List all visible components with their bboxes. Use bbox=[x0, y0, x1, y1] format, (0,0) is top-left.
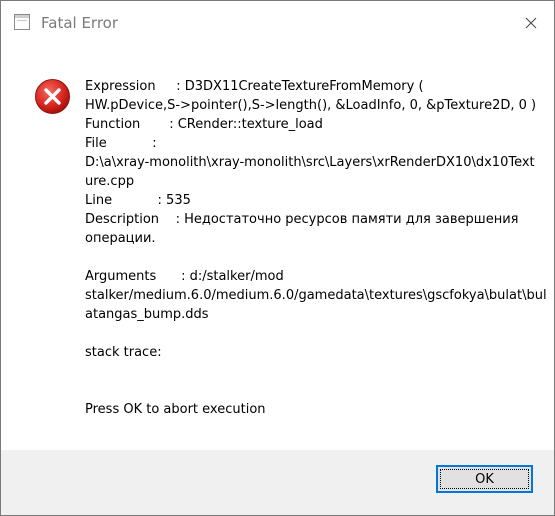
title-bar[interactable]: Fatal Error bbox=[1, 1, 554, 45]
close-button[interactable] bbox=[508, 1, 554, 45]
fatal-error-dialog: Fatal Error Expression : D3DX11CreateTex… bbox=[0, 0, 555, 516]
message-line bbox=[85, 362, 525, 381]
close-icon bbox=[525, 17, 537, 29]
ok-button[interactable]: OK bbox=[436, 465, 533, 493]
message-line: Line : 535 bbox=[85, 193, 191, 208]
message-line: D:\a\xray-monolith\xray-monolith\src\Lay… bbox=[85, 155, 535, 170]
message-line bbox=[85, 324, 525, 343]
message-line bbox=[85, 248, 525, 267]
message-line: File : bbox=[85, 136, 157, 151]
message-line: Expression : D3DX11CreateTextureFromMemo… bbox=[85, 79, 424, 94]
message-line bbox=[85, 381, 525, 400]
message-area: Expression : D3DX11CreateTextureFromMemo… bbox=[1, 45, 554, 450]
message-line: atangas_bump.dds bbox=[85, 307, 209, 322]
message-line: HW.pDevice,S->pointer(),S->length(), &Lo… bbox=[85, 98, 537, 113]
message-line: Description : Недостаточно ресурсов памя… bbox=[85, 212, 519, 227]
message-line: Arguments : d:/stalker/mod bbox=[85, 269, 284, 284]
message-line: stalker/medium.6.0/medium.6.0/gamedata\t… bbox=[85, 288, 547, 303]
message-line: операции. bbox=[85, 231, 156, 246]
message-line: ure.cpp bbox=[85, 174, 135, 189]
error-message: Expression : D3DX11CreateTextureFromMemo… bbox=[85, 77, 547, 419]
button-bar: OK bbox=[1, 450, 554, 515]
message-line: stack trace: bbox=[85, 345, 162, 360]
error-icon bbox=[35, 79, 70, 114]
message-line: Press OK to abort execution bbox=[85, 402, 266, 417]
dialog-title: Fatal Error bbox=[41, 14, 119, 32]
focus-rectangle bbox=[440, 469, 529, 489]
message-line: Function : CRender::texture_load bbox=[85, 117, 323, 132]
window-icon bbox=[14, 14, 30, 30]
